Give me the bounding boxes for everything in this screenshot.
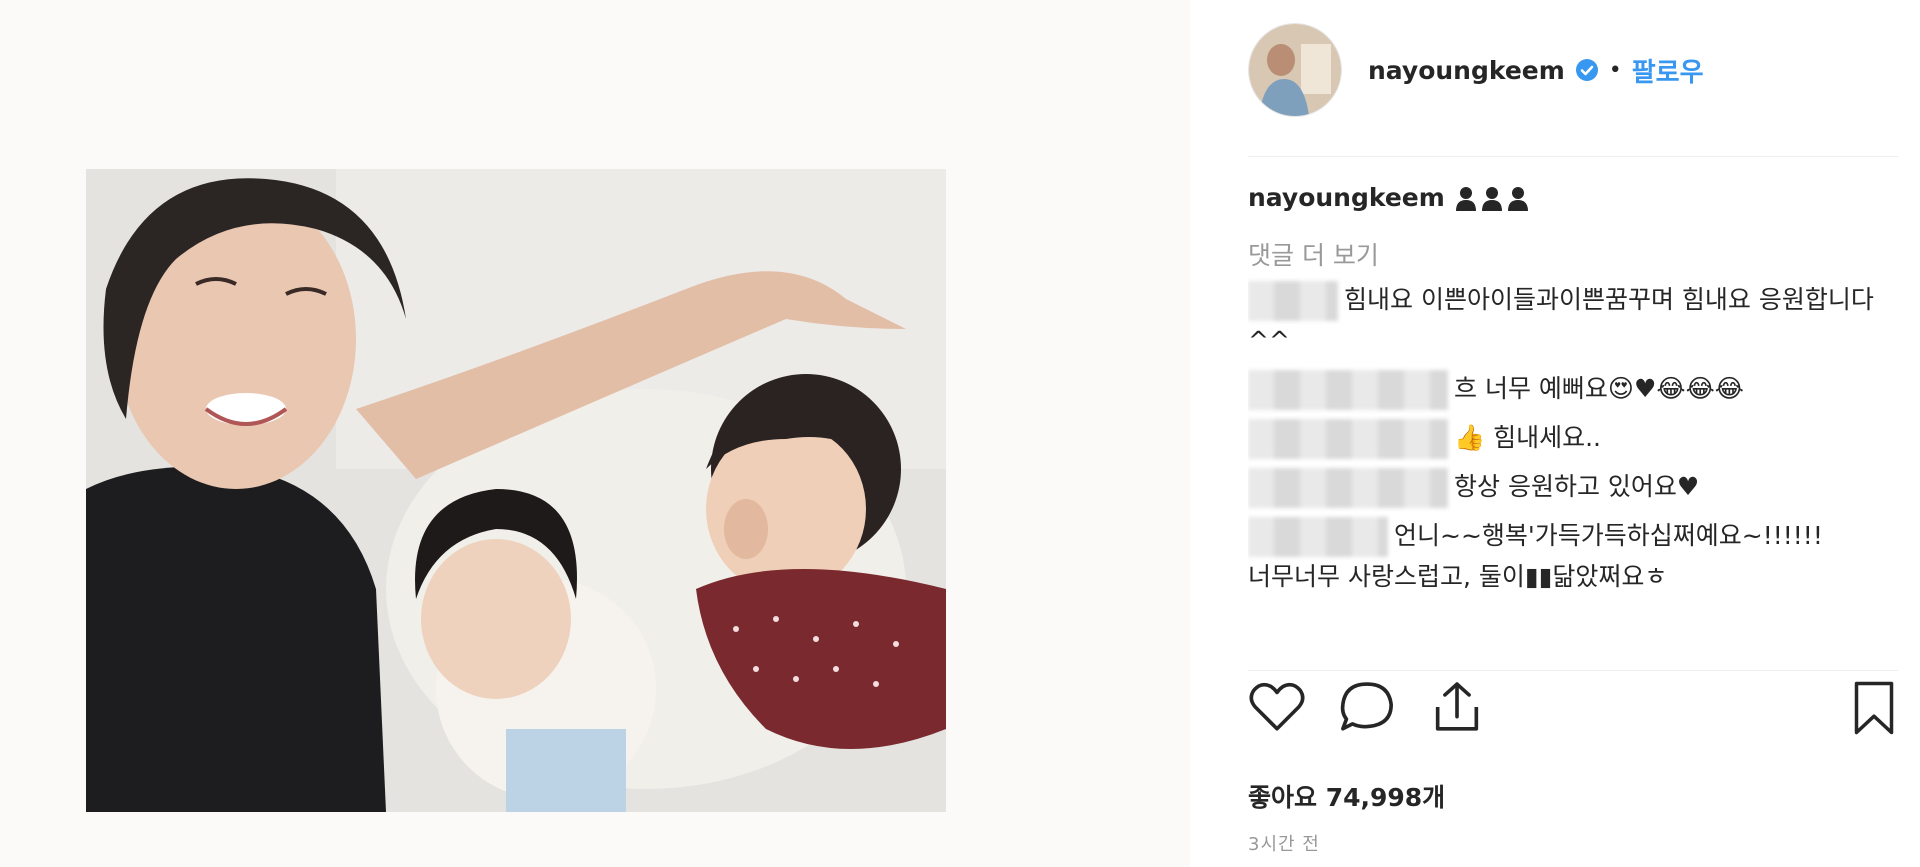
blurred-username [1248, 517, 1388, 557]
post-caption: nayoungkeem [1248, 180, 1908, 216]
blurred-username [1248, 419, 1448, 459]
verified-badge-icon [1575, 59, 1598, 81]
view-more-comments-link[interactable]: 댓글 더 보기 [1248, 236, 1908, 272]
comment-item: 👍 힘내세요.. [1248, 418, 1908, 459]
comment-item: 흐 너무 예뻐요😍♥😂😂😂 [1248, 369, 1908, 410]
person-icon [1481, 187, 1502, 211]
like-heart-icon[interactable] [1248, 680, 1306, 734]
divider [1248, 670, 1898, 671]
comment-text: 힘내요 이쁜아이들과이쁜꿈꾸며 힘내요 응원합니다^^ [1248, 285, 1874, 355]
blurred-username [1248, 468, 1448, 508]
caption-emoji [1455, 185, 1529, 211]
divider [1248, 156, 1898, 157]
separator-dot: • [1608, 57, 1622, 83]
comment-text: 항상 응원하고 있어요♥ [1454, 472, 1700, 501]
post-username[interactable]: nayoungkeem [1368, 56, 1565, 85]
bookmark-save-icon[interactable] [1850, 680, 1898, 736]
comment-text: 흐 너무 예뻐요😍♥😂😂😂 [1454, 374, 1745, 403]
caption-username[interactable]: nayoungkeem [1248, 180, 1445, 216]
comment-bubble-icon[interactable] [1338, 680, 1396, 734]
share-upload-icon[interactable] [1428, 680, 1486, 734]
post-photo[interactable] [86, 169, 946, 812]
post-media-area [0, 0, 1190, 867]
post-photo-image [86, 169, 946, 812]
blurred-username [1248, 281, 1338, 321]
person-icon [1507, 187, 1528, 211]
avatar-image [1249, 24, 1341, 116]
post-side-panel: nayoungkeem • 팔로우 nayoungkeem 댓글 더 보기 힘내… [1190, 0, 1920, 867]
person-icon [1455, 187, 1476, 211]
comment-text: 👍 힘내세요.. [1454, 423, 1601, 452]
blurred-username [1248, 370, 1448, 410]
likes-count[interactable]: 좋아요 74,998개 [1248, 778, 1445, 814]
post-header: nayoungkeem • 팔로우 [1248, 20, 1868, 120]
follow-button[interactable]: 팔로우 [1632, 52, 1704, 89]
comments-section[interactable]: nayoungkeem 댓글 더 보기 힘내요 이쁜아이들과이쁜꿈꾸며 힘내요 … [1248, 180, 1908, 670]
comment-item: 언니~~행복'가득가득하십쩌예요~!!!!!! 너무너무 사랑스럽고, 둘이▮▮… [1248, 516, 1908, 597]
post-timestamp: 3시간 전 [1248, 834, 1320, 855]
comment-item: 항상 응원하고 있어요♥ [1248, 467, 1908, 508]
post-actions-bar [1248, 680, 1898, 740]
comment-item: 힘내요 이쁜아이들과이쁜꿈꾸며 힘내요 응원합니다^^ [1248, 280, 1908, 361]
avatar[interactable] [1248, 23, 1342, 117]
